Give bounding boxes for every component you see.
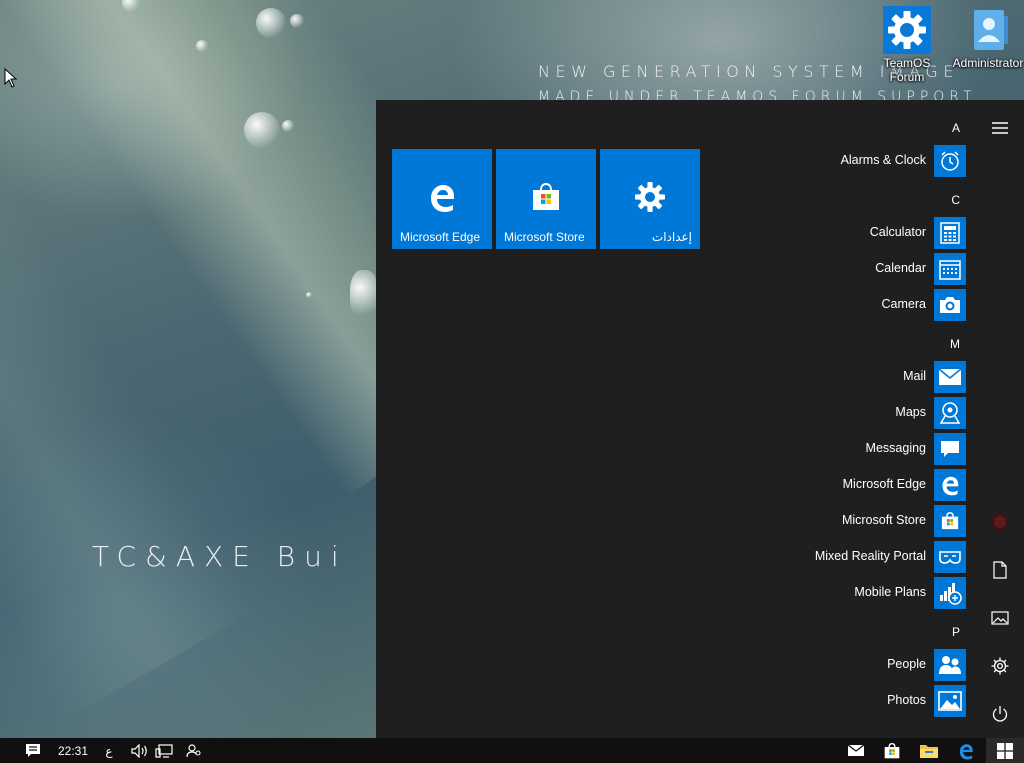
tile-label: إعدادات (651, 230, 692, 244)
desktop-icon-label: Administrator (952, 56, 1024, 70)
tile-label: Microsoft Edge (400, 230, 481, 244)
water-drop (244, 112, 280, 148)
tile-settings[interactable]: إعدادات (600, 149, 700, 249)
alarm-clock-icon (934, 145, 966, 177)
app-name: Mail (903, 369, 926, 383)
water-drop (290, 14, 304, 28)
app-group-letter-c[interactable]: C (951, 193, 960, 207)
tile-microsoft-edge[interactable]: Microsoft Edge (392, 149, 492, 249)
documents-icon[interactable] (976, 550, 1024, 590)
taskbar-mail-button[interactable] (842, 738, 870, 763)
water-drop (350, 270, 378, 320)
app-item-mixed-reality-portal[interactable]: Mixed Reality Portal (796, 541, 966, 573)
app-name: Messaging (865, 441, 926, 455)
volume-icon[interactable] (130, 738, 150, 763)
photos-icon (934, 685, 966, 717)
app-item-camera[interactable]: Camera (796, 289, 966, 321)
gear-icon (883, 6, 931, 54)
taskbar-store-button[interactable] (878, 738, 906, 763)
edge-icon (431, 185, 454, 212)
input-language-indicator[interactable]: ع (100, 738, 118, 763)
maps-icon (934, 397, 966, 429)
store-icon (884, 742, 900, 758)
desktop-icon-label: TeamOS Forum (883, 56, 931, 84)
people-icon (934, 649, 966, 681)
tile-label: Microsoft Store (504, 230, 585, 244)
app-list: A Alarms & Clock C Calculator Calendar C… (796, 100, 966, 738)
app-name: Microsoft Edge (842, 477, 926, 491)
mail-icon (934, 361, 966, 393)
store-icon (533, 182, 559, 210)
app-name: Calculator (869, 225, 926, 239)
app-name: People (887, 657, 926, 671)
taskbar-edge-button[interactable] (952, 738, 980, 763)
windows-start-icon (997, 742, 1013, 759)
start-menu-rail (976, 100, 1024, 738)
app-item-mail[interactable]: Mail (796, 361, 966, 393)
wallpaper-build-title: TC&AXE Bui (92, 540, 348, 573)
app-item-mobile-plans[interactable]: Mobile Plans (796, 577, 966, 609)
messaging-icon (934, 433, 966, 465)
app-item-messaging[interactable]: Messaging (796, 433, 966, 465)
camera-icon (934, 289, 966, 321)
user-avatar-icon[interactable] (976, 502, 1024, 542)
water-drop (306, 292, 312, 298)
hamburger-menu-icon[interactable] (976, 108, 1024, 148)
app-item-maps[interactable]: Maps (796, 397, 966, 429)
settings-icon[interactable] (976, 646, 1024, 686)
app-name: Camera (881, 297, 926, 311)
file-explorer-icon (920, 744, 938, 758)
mail-icon (847, 744, 865, 756)
action-center-icon[interactable] (22, 738, 44, 763)
water-drop (196, 40, 208, 52)
taskbar-clock[interactable]: 22:31 (56, 738, 90, 763)
app-name: Alarms & Clock (840, 153, 926, 167)
app-item-calendar[interactable]: Calendar (796, 253, 966, 285)
calculator-icon (934, 217, 966, 249)
app-name: Maps (895, 405, 926, 419)
app-name: Mobile Plans (854, 585, 926, 599)
app-item-alarms-clock[interactable]: Alarms & Clock (796, 145, 966, 177)
store-icon (934, 505, 966, 537)
taskbar-file-explorer-button[interactable] (914, 738, 944, 763)
calendar-icon (934, 253, 966, 285)
tile-microsoft-store[interactable]: Microsoft Store (496, 149, 596, 249)
water-drop (282, 120, 294, 132)
settings-gear-icon (635, 182, 665, 212)
app-group-letter-p[interactable]: P (952, 625, 960, 639)
network-icon[interactable] (154, 738, 174, 763)
mixed-reality-icon (934, 541, 966, 573)
app-name: Mixed Reality Portal (814, 549, 926, 563)
app-item-microsoft-edge[interactable]: Microsoft Edge (796, 469, 966, 501)
desktop-icon-teamos-forum[interactable]: TeamOS Forum (872, 6, 942, 84)
people-icon[interactable] (184, 738, 204, 763)
mobile-plans-icon (934, 577, 966, 609)
mouse-cursor-icon (4, 68, 18, 88)
app-item-people[interactable]: People (796, 649, 966, 681)
water-drop (256, 8, 286, 38)
user-folder-icon (964, 6, 1012, 54)
edge-icon (934, 469, 966, 501)
app-item-calculator[interactable]: Calculator (796, 217, 966, 249)
power-icon[interactable] (976, 694, 1024, 734)
app-name: Photos (887, 693, 926, 707)
edge-icon (959, 743, 973, 759)
taskbar: 22:31 ع (0, 738, 1024, 763)
app-name: Microsoft Store (841, 513, 926, 527)
app-name: Calendar (875, 261, 926, 275)
app-group-letter-a[interactable]: A (952, 121, 960, 135)
start-button[interactable] (986, 738, 1024, 763)
app-item-photos[interactable]: Photos (796, 685, 966, 717)
pictures-icon[interactable] (976, 598, 1024, 638)
desktop-icon-administrator[interactable]: Administrator (950, 6, 1024, 70)
app-group-letter-m[interactable]: M (950, 337, 960, 351)
start-menu: Microsoft Edge Microsoft Store إعدادات A… (376, 100, 1024, 738)
app-item-microsoft-store[interactable]: Microsoft Store (796, 505, 966, 537)
show-desktop-button[interactable] (0, 738, 4, 763)
